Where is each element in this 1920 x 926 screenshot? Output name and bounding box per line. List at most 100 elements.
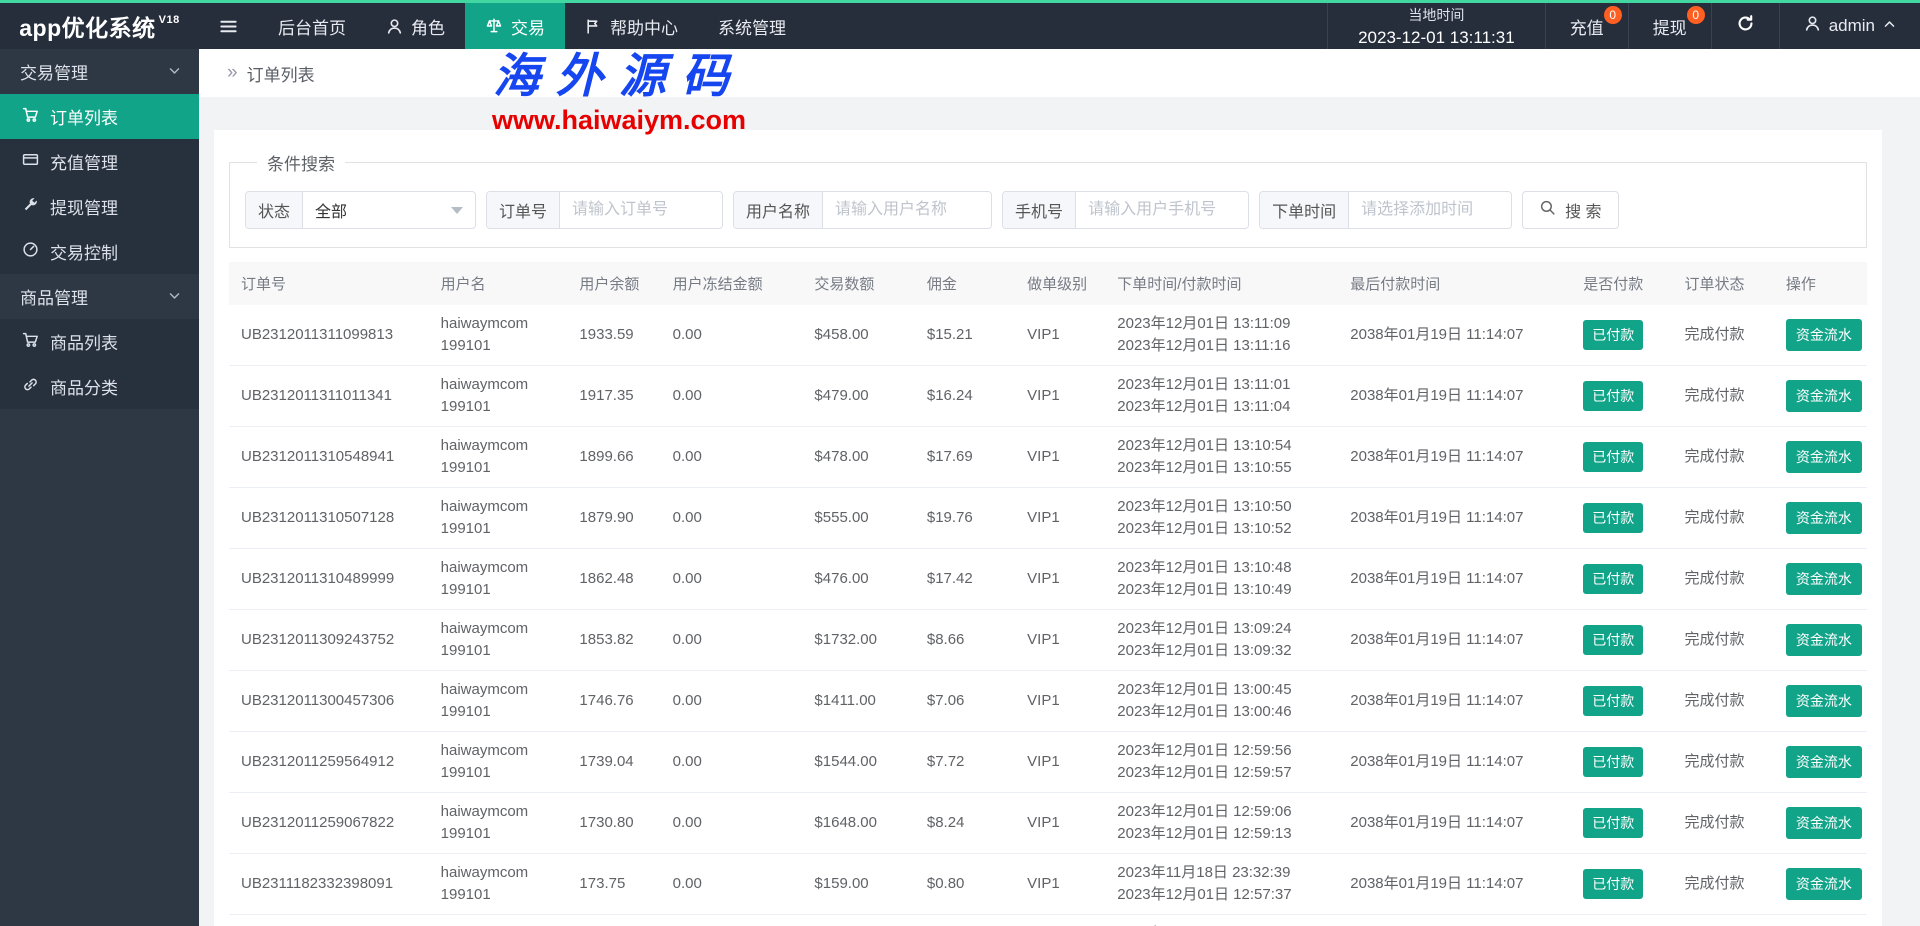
cell-commission: $7.06 [922,670,1024,732]
paid-badge: 已付款 [1583,381,1644,411]
nav-item-system[interactable]: 系统管理 [698,3,806,49]
status-filter: 状态 全部 [245,191,477,229]
hamburger-icon [219,17,238,36]
pay-time-text: 2023年12月01日 13:10:49 [1117,581,1292,598]
cell-paid: 已付款 [1579,670,1681,732]
cell-level: VIP1 [1023,609,1114,671]
nav-item-label: 系统管理 [718,18,786,38]
double-angle-right-icon: » [227,62,238,83]
cell-amount: $458.00 [810,305,923,366]
col-header-balance: 用户余额 [575,262,669,305]
cell-order-time: 2023年11月18日 23:32:34 2023年11月18日 23:32:3… [1113,914,1347,926]
sidebar-item-trade-control[interactable]: 交易控制 [0,229,199,274]
fund-flow-button[interactable]: 资金流水 [1785,502,1862,534]
username-text: haiwaymcom [440,742,529,759]
username-text: haiwaymcom [440,681,529,698]
cell-last-pay-time: 2038年01月19日 11:14:07 [1346,365,1580,427]
username-text: haiwaymcom [440,376,529,393]
local-time-block: 当地时间 2023-12-01 13:11:31 [1327,3,1545,49]
cell-last-pay-time: 2038年01月19日 11:14:07 [1346,487,1580,549]
col-header-action: 操作 [1781,262,1867,305]
cell-username: haiwaymcom 199101 [436,670,576,732]
nav-item-help[interactable]: 帮助中心 [565,3,698,49]
fund-flow-button[interactable]: 资金流水 [1785,319,1862,351]
paid-badge: 已付款 [1583,686,1644,716]
search-button[interactable]: 搜 索 [1522,191,1619,229]
username-text: haiwaymcom [440,559,529,576]
cell-balance: 1746.76 [575,670,669,732]
sidebar-item-withdraw-manage[interactable]: 提现管理 [0,184,199,229]
cell-order-no: UB2312011259564912 [229,731,437,793]
sidebar-item-goods-list[interactable]: 商品列表 [0,319,199,364]
sidebar-item-recharge-manage[interactable]: 充值管理 [0,139,199,184]
admin-menu-button[interactable]: admin [1778,3,1920,49]
phone-input[interactable] [1076,192,1249,228]
fund-flow-button[interactable]: 资金流水 [1785,624,1862,656]
cell-last-pay-time: 2038年01月19日 11:14:07 [1346,670,1580,732]
cell-amount: $1411.00 [810,670,923,732]
paid-badge: 已付款 [1583,320,1644,350]
cell-order-time: 2023年12月01日 13:10:48 2023年12月01日 13:10:4… [1113,548,1347,610]
cell-status: 完成付款 [1680,305,1782,366]
status-select[interactable]: 全部 [303,192,475,228]
main-content: » 订单列表 海外源码 www.haiwaiym.com 条件搜索 状态 全部 [199,49,1920,926]
cell-last-pay-time: 2038年01月19日 11:14:07 [1346,305,1580,366]
nav-item-role[interactable]: 角色 [366,3,465,49]
fund-flow-button[interactable]: 资金流水 [1785,807,1862,839]
pay-time-text: 2023年12月01日 13:00:46 [1117,703,1292,720]
magnifier-icon [1539,199,1556,221]
local-time-value: 2023-12-01 13:11:31 [1358,27,1515,47]
cell-balance: 1739.04 [575,731,669,793]
cell-action: 资金流水 [1781,548,1867,610]
cell-order-time: 2023年12月01日 13:11:09 2023年12月01日 13:11:1… [1113,305,1347,366]
gauge-icon [22,241,39,263]
user-id-text: 199101 [440,825,491,842]
fund-flow-button[interactable]: 资金流水 [1785,868,1862,900]
refresh-button[interactable] [1710,3,1779,49]
user-id-text: 199101 [440,581,491,598]
fund-flow-button[interactable]: 资金流水 [1785,746,1862,778]
cell-order-time: 2023年11月18日 23:32:39 2023年12月01日 12:57:3… [1113,853,1347,915]
user-id-text: 199101 [440,398,491,415]
sidebar-item-goods-category[interactable]: 商品分类 [0,364,199,409]
chevron-down-icon [168,287,181,307]
balance-scale-icon [485,17,503,35]
fund-flow-button[interactable]: 资金流水 [1785,380,1862,412]
recharge-button[interactable]: 充值 0 [1544,3,1628,49]
cell-commission: $0.82 [922,914,1024,926]
cell-balance: 1917.35 [575,365,669,427]
username-input[interactable] [823,192,992,228]
username-text: haiwaymcom [440,620,529,637]
user-id-text: 199101 [440,337,491,354]
fund-flow-button[interactable]: 资金流水 [1785,563,1862,595]
cell-amount: $478.00 [810,426,923,488]
nav-item-trade[interactable]: 交易 [465,3,565,49]
app-version: V18 [158,14,180,26]
cell-action: 资金流水 [1781,487,1867,549]
pay-time-text: 2023年12月01日 12:59:57 [1117,764,1292,781]
withdraw-badge: 0 [1686,6,1705,24]
col-header-order-time: 下单时间/付款时间 [1113,262,1347,305]
user-id-text: 199101 [440,703,491,720]
col-header-amount: 交易数额 [810,262,923,305]
order-no-input[interactable] [560,192,723,228]
withdraw-button[interactable]: 提现 0 [1627,3,1711,49]
paid-badge: 已付款 [1583,625,1644,655]
user-id-text: 199101 [440,459,491,476]
cell-username: haiwaymcom 199101 [436,487,576,549]
sidebar-group-goods[interactable]: 商品管理 [0,274,199,319]
sidebar-group-trade[interactable]: 交易管理 [0,49,199,94]
sidebar-item-order-list[interactable]: 订单列表 [0,94,199,139]
menu-toggle-button[interactable] [199,3,258,49]
cell-status: 完成付款 [1680,609,1782,671]
pay-time-text: 2023年12月01日 12:57:37 [1117,886,1292,903]
fund-flow-button[interactable]: 资金流水 [1785,441,1862,473]
pay-time-text: 2023年12月01日 13:11:04 [1117,398,1291,415]
nav-item-dashboard[interactable]: 后台首页 [258,3,366,49]
order-time-text: 2023年12月01日 12:59:56 [1117,742,1292,759]
cell-order-no: UB2312011310507128 [229,487,437,549]
fund-flow-button[interactable]: 资金流水 [1785,685,1862,717]
status-label: 状态 [246,192,304,228]
paid-badge: 已付款 [1583,808,1644,838]
order-time-input[interactable] [1349,192,1512,228]
